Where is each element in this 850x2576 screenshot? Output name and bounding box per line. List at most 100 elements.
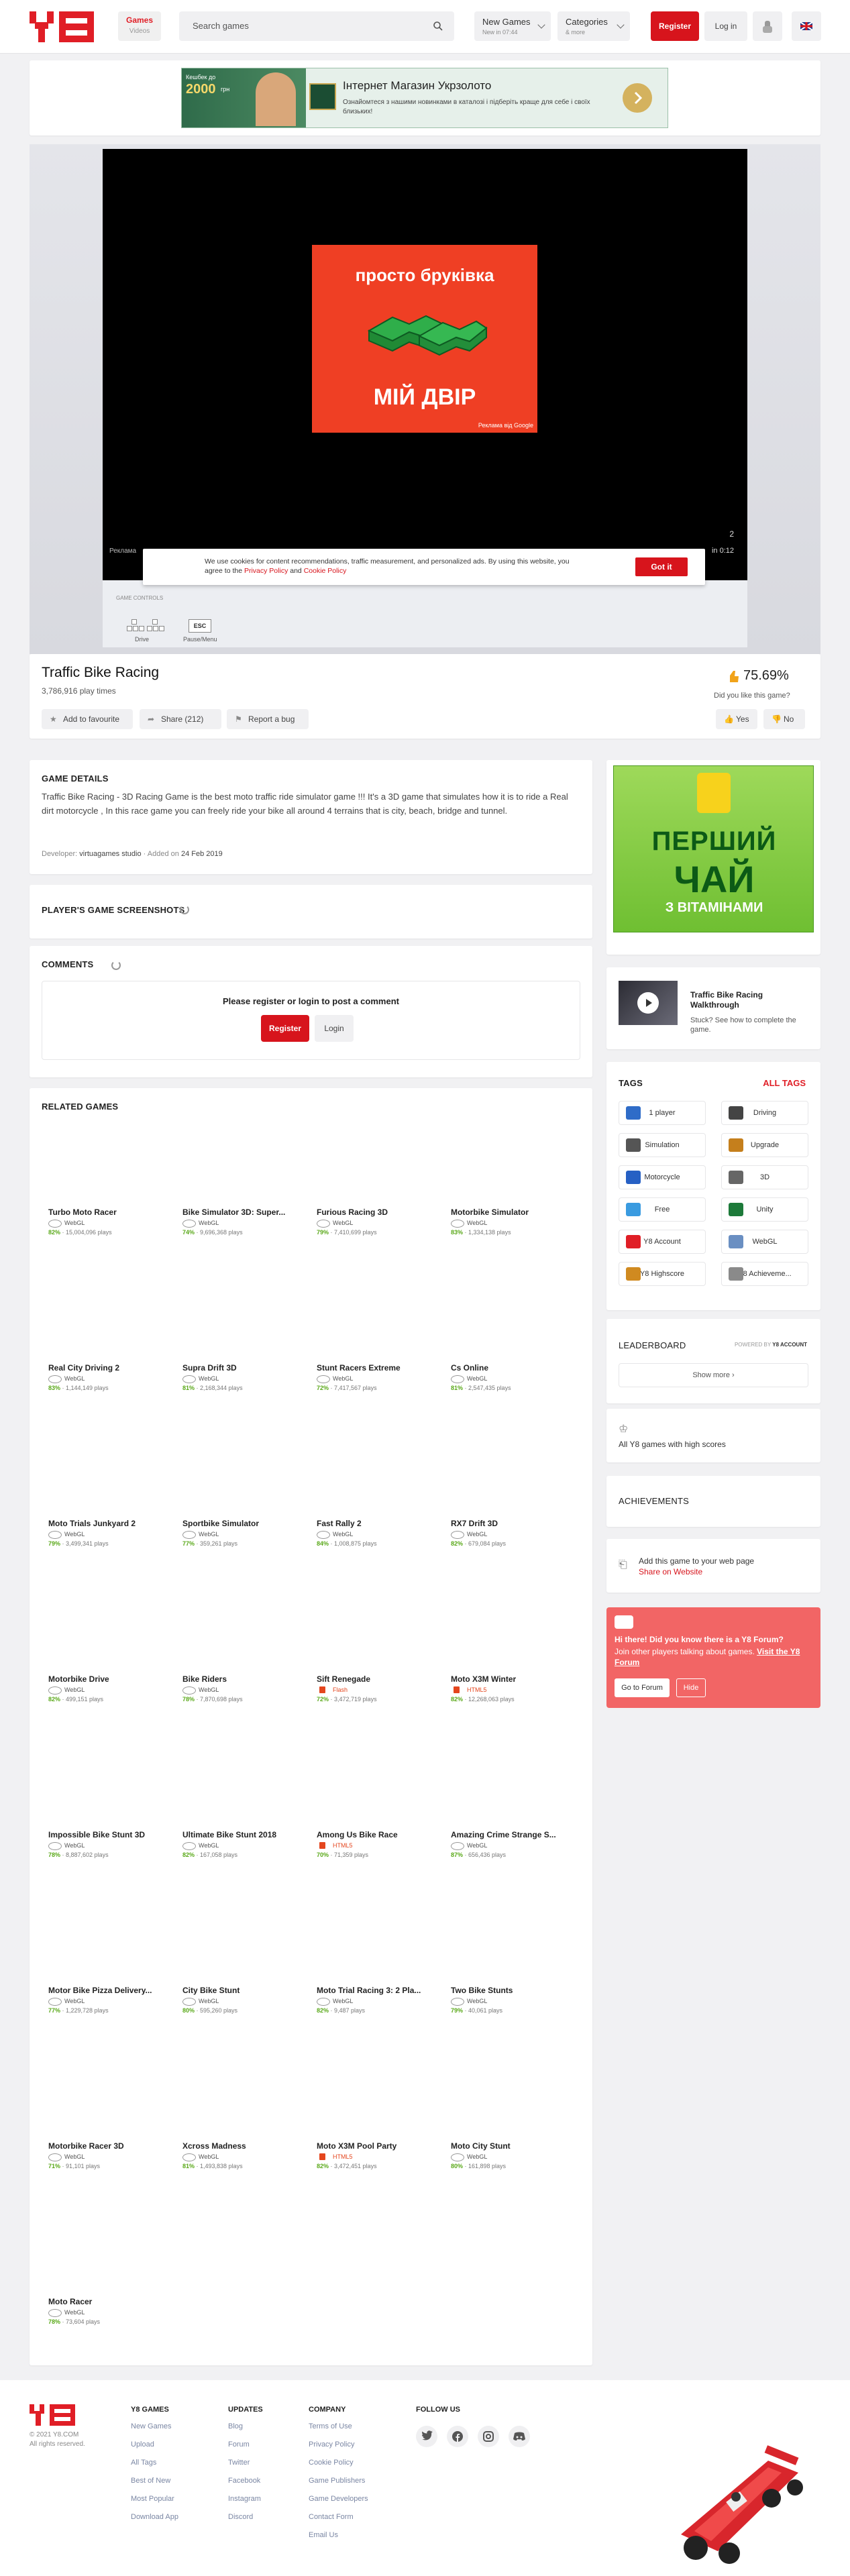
game-title[interactable]: Motor Bike Pizza Delivery... [48, 1986, 166, 1995]
login-button[interactable]: Log in [704, 11, 747, 41]
walkthrough-card[interactable]: Traffic Bike Racing Walkthrough Stuck? S… [606, 967, 820, 1049]
related-game-card[interactable]: Bike Riders WebGL 78% · 7,870,698 plays [176, 1590, 297, 1731]
game-title[interactable]: Moto Racer [48, 2297, 166, 2306]
game-thumbnail[interactable] [42, 1434, 162, 1515]
game-title[interactable]: Real City Driving 2 [48, 1363, 166, 1373]
game-thumbnail[interactable] [444, 1901, 565, 1982]
game-title[interactable]: Stunt Racers Extreme [317, 1363, 434, 1373]
footer-link[interactable]: Blog [228, 2418, 243, 2436]
top-ad-banner[interactable]: Кешбек до 2000 грн Інтернет Магазин Укрз… [181, 68, 668, 128]
report-bug-button[interactable]: ⚑ Report a bug [227, 709, 309, 729]
tag-item[interactable]: Unity [721, 1197, 808, 1222]
games-tab[interactable]: Games [118, 15, 161, 25]
walkthrough-thumbnail[interactable] [619, 981, 678, 1025]
related-game-card[interactable]: Ultimate Bike Stunt 2018 WebGL 82% · 167,0… [176, 1746, 297, 1886]
game-thumbnail[interactable] [176, 1279, 297, 1359]
game-title[interactable]: Supra Drift 3D [182, 1363, 300, 1373]
footer-link[interactable]: New Games [131, 2418, 172, 2436]
game-thumbnail[interactable] [444, 1279, 565, 1359]
game-thumbnail[interactable] [42, 1279, 162, 1359]
videos-tab[interactable]: Videos [118, 28, 161, 35]
related-game-card[interactable]: Turbo Moto Racer WebGL 82% · 15,004,096 pl… [42, 1123, 162, 1264]
game-title[interactable]: Moto City Stunt [451, 2141, 568, 2151]
related-game-card[interactable]: Motorbike Drive WebGL 82% · 499,151 plays [42, 1590, 162, 1731]
game-thumbnail[interactable] [310, 1901, 431, 1982]
tag-item[interactable]: 3D [721, 1165, 808, 1189]
game-thumbnail[interactable] [444, 1434, 565, 1515]
play-icon[interactable] [637, 992, 659, 1014]
game-title[interactable]: Sift Renegade [317, 1674, 434, 1684]
game-thumbnail[interactable] [176, 1434, 297, 1515]
related-game-card[interactable]: Among Us Bike Race HTML5 70% · 71,359 play… [310, 1746, 431, 1886]
game-thumbnail[interactable] [176, 1123, 297, 1203]
all-tags-link[interactable]: ALL TAGS [763, 1078, 806, 1088]
tag-item[interactable]: Y8 Highscore [619, 1262, 706, 1286]
footer-link[interactable]: Facebook [228, 2472, 260, 2490]
ad-arrow-icon[interactable] [623, 83, 652, 113]
search-input[interactable]: Search games [193, 21, 249, 31]
footer-link[interactable]: Download App [131, 2508, 178, 2526]
tag-item[interactable]: Y8 Achieveme... [721, 1262, 808, 1286]
related-game-card[interactable]: Supra Drift 3D WebGL 81% · 2,168,344 plays [176, 1279, 297, 1419]
hide-forum-button[interactable]: Hide [676, 1678, 706, 1697]
show-more-button[interactable]: Show more › [619, 1363, 808, 1387]
tag-item[interactable]: Simulation [619, 1133, 706, 1157]
related-game-card[interactable]: Furious Racing 3D WebGL 79% · 7,410,699 pl… [310, 1123, 431, 1264]
related-game-card[interactable]: Motorbike Racer 3D WebGL 71% · 91,101 play… [42, 2057, 162, 2198]
related-game-card[interactable]: Moto X3M Pool Party HTML5 82% · 3,472,451 … [310, 2057, 431, 2198]
related-game-card[interactable]: Moto Trials Junkyard 2 WebGL 79% · 3,499,3… [42, 1434, 162, 1575]
embed-card[interactable]: ⎗ Add this game to your web page Share o… [606, 1539, 820, 1593]
related-game-card[interactable]: Moto Racer WebGL 78% · 73,604 plays [42, 2212, 162, 2353]
tag-item[interactable]: Y8 Account [619, 1230, 706, 1254]
share-on-website-link[interactable]: Share on Website [639, 1567, 702, 1576]
tag-item[interactable]: Upgrade [721, 1133, 808, 1157]
game-thumbnail[interactable] [176, 1590, 297, 1670]
twitter-icon[interactable] [416, 2426, 437, 2447]
footer-link[interactable]: Instagram [228, 2490, 261, 2508]
footer-link[interactable]: Discord [228, 2508, 253, 2526]
hand-icon[interactable] [753, 11, 782, 41]
footer-link[interactable]: All Tags [131, 2454, 156, 2472]
footer-y8-logo[interactable] [30, 2404, 76, 2426]
related-game-card[interactable]: Moto X3M Winter HTML5 82% · 12,268,063 pla… [444, 1590, 565, 1731]
tag-item[interactable]: Motorcycle [619, 1165, 706, 1189]
privacy-policy-link[interactable]: Privacy Policy [244, 567, 288, 575]
game-thumbnail[interactable] [444, 1123, 565, 1203]
game-title[interactable]: Turbo Moto Racer [48, 1208, 166, 1217]
footer-link[interactable]: Email Us [309, 2526, 338, 2544]
game-ad-creative[interactable]: просто бруківка МІЙ ДВІР Реклама від Goo… [312, 245, 537, 433]
like-yes-button[interactable]: 👍 Yes [716, 709, 757, 729]
instagram-icon[interactable] [478, 2426, 499, 2447]
related-game-card[interactable]: City Bike Stunt WebGL 80% · 595,260 plays [176, 1901, 297, 2042]
game-thumbnail[interactable] [42, 1901, 162, 1982]
walkthrough-title[interactable]: Traffic Bike Racing Walkthrough [690, 990, 804, 1010]
game-title[interactable]: RX7 Drift 3D [451, 1519, 568, 1528]
game-title[interactable]: Cs Online [451, 1363, 568, 1373]
categories-dropdown[interactable]: Categories & more [557, 11, 630, 41]
cookie-accept-button[interactable]: Got it [635, 557, 688, 576]
favourite-button[interactable]: ★ Add to favourite [42, 709, 133, 729]
developer-link[interactable]: virtuagames studio [79, 850, 141, 858]
related-game-card[interactable]: Xcross Madness WebGL 81% · 1,493,838 plays [176, 2057, 297, 2198]
games-videos-tab[interactable]: Games Videos [118, 11, 161, 41]
game-thumbnail[interactable] [310, 1590, 431, 1670]
game-title[interactable]: Bike Riders [182, 1674, 300, 1684]
game-thumbnail[interactable] [42, 1746, 162, 1826]
search-icon[interactable] [433, 21, 443, 32]
footer-link[interactable]: Contact Form [309, 2508, 354, 2526]
game-title[interactable]: Among Us Bike Race [317, 1830, 434, 1839]
footer-link[interactable]: Forum [228, 2436, 250, 2454]
footer-link[interactable]: Privacy Policy [309, 2436, 354, 2454]
game-title[interactable]: Motorbike Racer 3D [48, 2141, 166, 2151]
footer-link[interactable]: Best of New [131, 2472, 170, 2490]
footer-link[interactable]: Upload [131, 2436, 154, 2454]
related-game-card[interactable]: Sportbike Simulator WebGL 77% · 359,261 pl… [176, 1434, 297, 1575]
cookie-policy-link[interactable]: Cookie Policy [304, 567, 347, 575]
game-thumbnail[interactable] [444, 1590, 565, 1670]
search-bar[interactable]: Search games [179, 11, 454, 41]
game-title[interactable]: Moto Trials Junkyard 2 [48, 1519, 166, 1528]
related-game-card[interactable]: Stunt Racers Extreme WebGL 72% · 7,417,567… [310, 1279, 431, 1419]
game-title[interactable]: Motorbike Simulator [451, 1208, 568, 1217]
related-game-card[interactable]: RX7 Drift 3D WebGL 82% · 679,084 plays [444, 1434, 565, 1575]
comment-login-button[interactable]: Login [315, 1015, 354, 1042]
